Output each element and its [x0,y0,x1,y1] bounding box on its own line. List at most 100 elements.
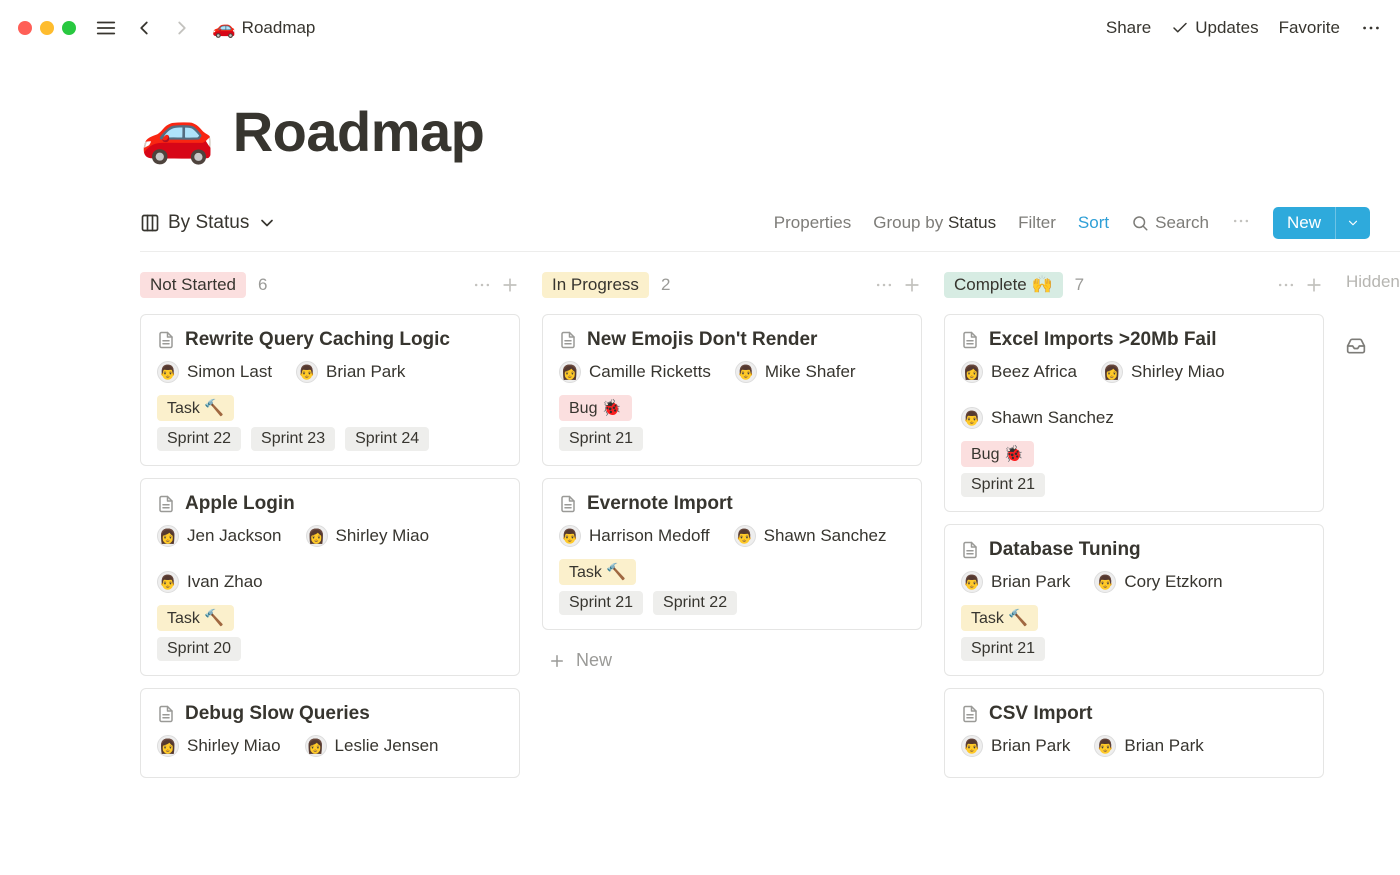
assignee: 👨 Brian Park [296,361,405,383]
page-icon [157,495,175,513]
assignee: 👨 Harrison Medoff [559,525,710,547]
menu-icon [95,17,117,39]
assignee-name: Shirley Miao [187,736,281,756]
window-maximize-button[interactable] [62,21,76,35]
assignee: 👨 Brian Park [1094,735,1203,757]
avatar: 👨 [1094,571,1116,593]
avatar: 👩 [961,361,983,383]
sidebar-toggle-button[interactable] [92,14,120,42]
assignee-name: Shawn Sanchez [991,408,1114,428]
filter-button[interactable]: Filter [1018,213,1056,233]
new-button-main[interactable]: New [1273,207,1335,239]
group-by-button[interactable]: Group by Status [873,213,996,233]
assignee-name: Shawn Sanchez [764,526,887,546]
type-chip: Task 🔨 [157,395,234,421]
avatar: 👨 [157,571,179,593]
dots-icon [1231,211,1251,231]
chevron-down-icon [1346,216,1360,230]
board-card[interactable]: New Emojis Don't Render 👩 Camille Ricket… [542,314,922,466]
add-card-button[interactable]: New [542,642,922,679]
chevron-down-icon [257,213,277,233]
assignee-name: Mike Shafer [765,362,856,382]
share-button[interactable]: Share [1106,18,1151,38]
board-card[interactable]: Evernote Import 👨 Harrison Medoff 👨 Shaw… [542,478,922,630]
column-menu-button[interactable] [1276,275,1296,295]
properties-button[interactable]: Properties [774,213,851,233]
view-picker[interactable]: By Status [140,212,277,234]
forward-icon [171,17,193,39]
no-status-group[interactable]: N [1346,336,1400,361]
hidden-groups-label[interactable]: Hidden [1346,272,1400,292]
sort-button[interactable]: Sort [1078,213,1109,233]
board-card[interactable]: Apple Login 👩 Jen Jackson 👩 Shirley Miao… [140,478,520,676]
avatar: 👨 [559,525,581,547]
nav-back-button[interactable] [130,14,158,42]
favorite-button[interactable]: Favorite [1279,18,1340,38]
check-icon [1171,19,1189,37]
board-card[interactable]: CSV Import 👨 Brian Park 👨 Brian Park [944,688,1324,778]
breadcrumb-emoji: 🚗 [212,16,236,40]
card-title: Database Tuning [989,539,1141,561]
nav-forward-button[interactable] [168,14,196,42]
window-minimize-button[interactable] [40,21,54,35]
window-close-button[interactable] [18,21,32,35]
breadcrumb[interactable]: 🚗 Roadmap [206,12,321,44]
column-add-button[interactable] [902,275,922,295]
group-by-label: Group by [873,213,943,232]
column-status-tag[interactable]: Complete 🙌 [944,272,1063,298]
assignee-name: Brian Park [326,362,405,382]
updates-button[interactable]: Updates [1171,18,1258,38]
assignee: 👨 Brian Park [961,735,1070,757]
avatar: 👨 [1094,735,1116,757]
page-emoji: 🚗 [140,96,215,167]
avatar: 👩 [157,525,179,547]
card-title: Rewrite Query Caching Logic [185,329,450,351]
column-status-tag[interactable]: Not Started [140,272,246,298]
assignee-name: Beez Africa [991,362,1077,382]
sprint-chip: Sprint 22 [157,427,241,451]
column-add-button[interactable] [500,275,520,295]
search-button[interactable]: Search [1131,213,1209,233]
card-title: New Emojis Don't Render [587,329,817,351]
more-menu-button[interactable] [1360,17,1382,39]
column-menu-button[interactable] [874,275,894,295]
avatar: 👩 [157,735,179,757]
board-card[interactable]: Debug Slow Queries 👩 Shirley Miao 👩 Lesl… [140,688,520,778]
topbar-actions: Share Updates Favorite [1106,17,1382,39]
page-icon [559,331,577,349]
sprint-chip: Sprint 23 [251,427,335,451]
column-count: 6 [258,275,267,295]
topbar: 🚗 Roadmap Share Updates Favorite [0,0,1400,56]
page-icon [157,705,175,723]
board-card[interactable]: Rewrite Query Caching Logic 👨 Simon Last… [140,314,520,466]
card-title: Evernote Import [587,493,733,515]
assignee-name: Brian Park [991,572,1070,592]
sprint-chip: Sprint 21 [961,637,1045,661]
inbox-icon [1346,336,1366,356]
board-card[interactable]: Excel Imports >20Mb Fail 👩 Beez Africa 👩… [944,314,1324,512]
assignee: 👨 Shawn Sanchez [734,525,887,547]
board-icon [140,213,160,233]
type-chip: Task 🔨 [961,605,1038,631]
page-title[interactable]: 🚗 Roadmap [140,96,1400,167]
view-options-button[interactable] [1231,211,1251,236]
plus-icon [1304,275,1324,295]
assignee: 👨 Ivan Zhao [157,571,263,593]
assignee: 👩 Jen Jackson [157,525,282,547]
assignee: 👩 Camille Ricketts [559,361,711,383]
avatar: 👩 [1101,361,1123,383]
avatar: 👩 [559,361,581,383]
new-button-dropdown[interactable] [1335,207,1370,239]
new-button[interactable]: New [1273,207,1370,239]
assignee-name: Leslie Jensen [335,736,439,756]
avatar: 👩 [306,525,328,547]
assignee-name: Brian Park [1124,736,1203,756]
assignee: 👨 Mike Shafer [735,361,856,383]
board-card[interactable]: Database Tuning 👨 Brian Park 👨 Cory Etzk… [944,524,1324,676]
column-status-tag[interactable]: In Progress [542,272,649,298]
column-menu-button[interactable] [472,275,492,295]
assignee-name: Harrison Medoff [589,526,710,546]
column-add-button[interactable] [1304,275,1324,295]
avatar: 👨 [735,361,757,383]
page-icon [961,541,979,559]
